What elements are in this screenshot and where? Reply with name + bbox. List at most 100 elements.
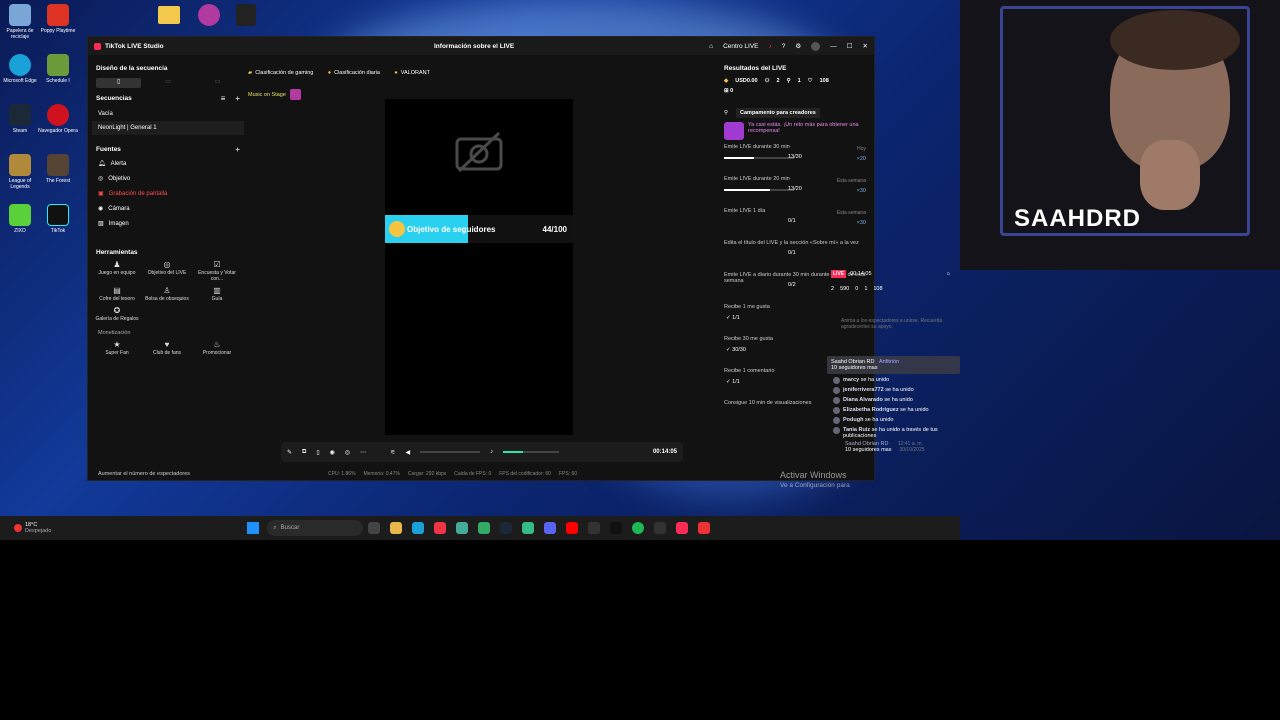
chrome-icon[interactable]	[434, 522, 447, 534]
desktop-icon-edge[interactable]: Microsoft Edge	[0, 54, 40, 84]
task-reward: ×20	[856, 156, 866, 162]
search-box[interactable]: ⌕ Buscar	[267, 520, 364, 536]
settings-sliders-icon[interactable]: ⚟	[390, 449, 395, 456]
windows-start-icon[interactable]	[247, 522, 260, 534]
host-text: 10 seguidores mas	[831, 365, 878, 371]
file-explorer-icon[interactable]	[390, 522, 403, 534]
tiktok-icon[interactable]	[610, 522, 623, 534]
sequence-item[interactable]: NeonLight | General 1	[92, 121, 244, 135]
amazon-icon[interactable]	[588, 522, 601, 534]
gear-icon[interactable]: ⚙	[795, 42, 801, 50]
desktop-icon-zixo[interactable]: ZIXO	[0, 204, 40, 234]
tool-treasure-chest[interactable]: ▤ Cofre del tesoro	[92, 287, 142, 303]
add-sequence-icon[interactable]: +	[235, 94, 240, 103]
magic-wand-icon[interactable]: ✎	[287, 449, 292, 456]
source-item-grabacion[interactable]: ▣ Grabación de pantalla	[92, 186, 244, 201]
tool-gift-bag[interactable]: ♙ Bolsa de obsequios	[142, 287, 192, 303]
steam-icon[interactable]	[500, 522, 513, 534]
fan-club-button[interactable]: ♥ Club de fans	[142, 340, 192, 357]
stream-preview[interactable]: Objetivo de seguidores 44/100	[385, 99, 573, 435]
record-icon[interactable]: ◉	[330, 449, 335, 456]
app-icon[interactable]	[654, 522, 667, 534]
gift-gallery-icon: ✪	[113, 306, 121, 315]
volume-icon[interactable]: ◀	[406, 449, 411, 456]
task-view-icon[interactable]	[368, 522, 381, 534]
mic-slider[interactable]	[503, 451, 560, 453]
tiktok-live-studio-icon[interactable]	[676, 522, 689, 534]
super-fan-button[interactable]: ★ Super Fan	[92, 341, 142, 357]
desktop-icon-label: Poppy Playtime	[40, 28, 76, 34]
title-bar: TikTok LIVE Studio Información sobre el …	[88, 37, 874, 55]
folder-icon[interactable]	[158, 6, 180, 24]
increase-viewers-link[interactable]: Aumentar el número de espectadores	[98, 471, 190, 477]
maximize-icon[interactable]: ☐	[847, 42, 853, 50]
layout-portrait-button[interactable]: ▯	[96, 78, 142, 88]
promote-button[interactable]: ♨ Promocionar	[192, 341, 242, 357]
app-icon[interactable]	[698, 522, 711, 534]
add-source-icon[interactable]: +	[235, 145, 240, 154]
desktop-icon-steam[interactable]: Steam	[0, 104, 40, 134]
desktop-icon-lol[interactable]: League of Legends	[0, 154, 40, 190]
layout-landscape-button[interactable]: ▭	[145, 78, 190, 88]
more-icon[interactable]: ⋯	[360, 449, 366, 456]
avatar[interactable]	[811, 41, 821, 51]
tool-live-goal[interactable]: ◎ Objetivo del LIVE	[142, 261, 192, 282]
desktop-icon-poppy[interactable]: Poppy Playtime	[38, 4, 78, 34]
overlay-stat: 0	[855, 286, 859, 292]
join-user: Podugh	[843, 417, 864, 423]
portrait-icon[interactable]: ▯	[316, 449, 319, 456]
task-item: Edita el título del LIVE y la sección «S…	[724, 240, 868, 268]
close-icon[interactable]: ✕	[863, 42, 868, 50]
chip-gaming-ranking[interactable]: ▰ Clasificación de gaming	[248, 70, 313, 76]
lock-icon[interactable]: ⌂	[947, 271, 950, 277]
app-shortcut-icon[interactable]	[198, 4, 220, 26]
desktop-icon-label: ZIXO	[14, 228, 26, 234]
discord-icon[interactable]	[544, 522, 557, 534]
chip-daily-ranking[interactable]: ● Clasificación diaria	[328, 70, 380, 76]
layers-icon[interactable]: ⧉	[302, 449, 306, 456]
creator-camp-button[interactable]: Campamento para creadores	[736, 108, 820, 118]
app-shortcut-icon[interactable]	[236, 4, 256, 26]
desktop-icon-tiktok[interactable]: TikTok	[38, 204, 78, 234]
edge-icon[interactable]	[412, 522, 425, 534]
youtube-icon[interactable]	[566, 522, 579, 534]
fps-stat: FPS: 60	[558, 471, 578, 477]
heart-icon: ♥	[164, 340, 170, 349]
tool-guide[interactable]: ▥ Guía	[192, 287, 242, 303]
join-text: se ha unido	[900, 407, 929, 413]
source-item-alerta[interactable]: 🔔︎ Alerta	[92, 156, 244, 171]
live-info-title[interactable]: Información sobre el LIVE	[434, 43, 514, 50]
app-icon[interactable]	[522, 522, 535, 534]
task-count: ✓ 1/1	[726, 379, 740, 385]
chip-valorant[interactable]: ● VALORANT	[394, 70, 430, 76]
desktop-icon-forest[interactable]: The Forest	[38, 154, 78, 184]
centro-live-button[interactable]: Centro LIVE	[723, 43, 758, 50]
volume-slider[interactable]	[420, 451, 481, 453]
notification-bell-icon[interactable]: ♪	[769, 43, 772, 50]
help-icon[interactable]: ?	[782, 43, 786, 50]
desktop-icon-recycle[interactable]: Papelera de reciclaje	[0, 4, 40, 40]
desktop-icon-schedule[interactable]: Schedule I	[38, 54, 78, 84]
replay-icon[interactable]: ◎	[345, 449, 350, 456]
minimize-icon[interactable]: —	[830, 43, 837, 50]
app-icon[interactable]	[478, 522, 491, 534]
tool-team-game[interactable]: ♟ Juego en equipo	[92, 261, 142, 282]
source-item-objetivo[interactable]: ◎ Objetivo	[92, 171, 244, 186]
app-icon[interactable]	[456, 522, 469, 534]
music-on-stage-label[interactable]: Music on Stage	[248, 92, 286, 98]
task-item: Emite LIVE durante 30 min 13/30 Hoy ×20	[724, 144, 868, 172]
sequence-item[interactable]: Vacía	[92, 107, 244, 121]
desktop-icon-opera[interactable]: Navegador Opera	[38, 104, 78, 134]
tool-gift-gallery[interactable]: ✪ Galería de Regalos	[92, 306, 142, 323]
mic-icon[interactable]: ♪	[490, 449, 493, 455]
source-item-camara[interactable]: ◉ Cámara	[92, 201, 244, 216]
task-period: Hoy	[857, 146, 866, 152]
tool-poll[interactable]: ☑ Encuesta y Votar con...	[192, 261, 242, 283]
search-placeholder: Buscar	[280, 525, 300, 531]
music-stage-icon[interactable]	[289, 89, 301, 100]
spotify-icon[interactable]	[632, 522, 645, 534]
monetization-grid: ★ Super Fan ♥ Club de fans ♨ Promocionar	[92, 340, 244, 357]
source-item-imagen[interactable]: ▨ Imagen	[92, 216, 244, 231]
list-icon[interactable]: ≡	[221, 94, 226, 103]
layout-dual-button[interactable]: ▭	[195, 78, 240, 88]
